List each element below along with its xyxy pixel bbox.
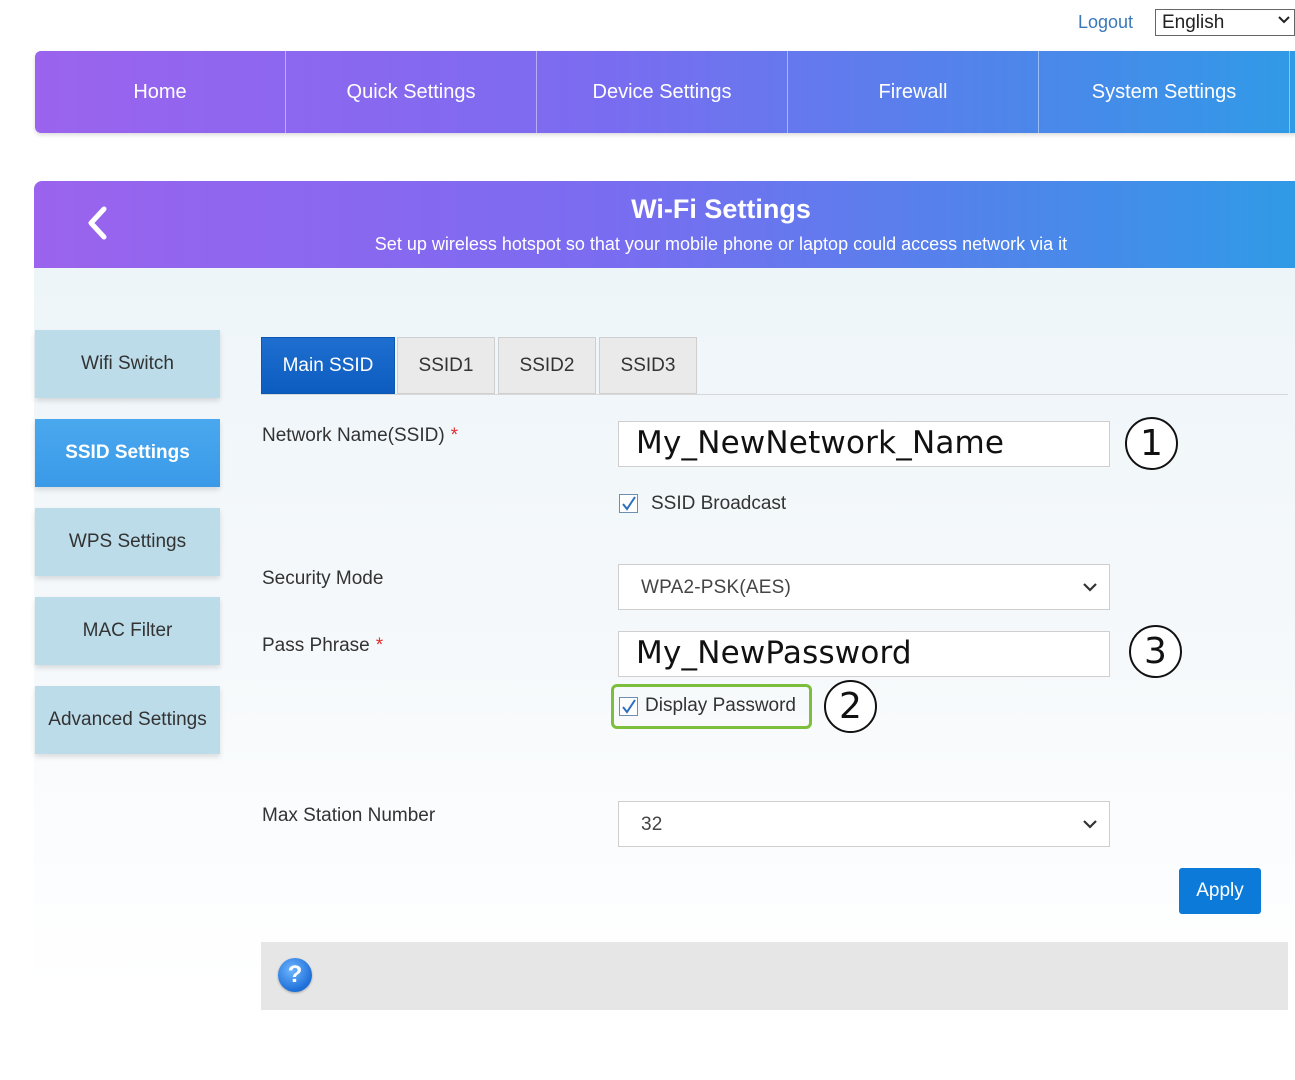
chevron-down-icon xyxy=(1276,12,1292,33)
pass-phrase-label-text: Pass Phrase xyxy=(262,635,370,656)
tab-ssid1[interactable]: SSID1 xyxy=(397,337,495,394)
display-password-label: Display Password xyxy=(645,695,796,716)
tab-ssid2[interactable]: SSID2 xyxy=(498,337,596,394)
nav-quick-settings[interactable]: Quick Settings xyxy=(286,51,537,133)
ssid-input[interactable]: My_NewNetwork_Name xyxy=(618,421,1110,467)
ssid-label-text: Network Name(SSID) xyxy=(262,425,445,446)
sidebar-item-mac-filter[interactable]: MAC Filter xyxy=(35,597,220,665)
required-mark: * xyxy=(375,635,384,656)
checkmark-icon xyxy=(622,496,636,511)
nav-system-settings[interactable]: System Settings xyxy=(1039,51,1290,133)
sidebar-item-wps-settings[interactable]: WPS Settings xyxy=(35,508,220,576)
pass-phrase-input[interactable]: My_NewPassword xyxy=(618,631,1110,677)
display-password-checkbox[interactable] xyxy=(619,697,638,716)
checkmark-icon xyxy=(622,699,636,714)
annotation-step-1: 1 xyxy=(1125,417,1178,470)
ssid-broadcast-label: SSID Broadcast xyxy=(651,493,787,514)
logout-link[interactable]: Logout xyxy=(1078,12,1133,33)
language-value: English xyxy=(1162,12,1225,33)
ssid-label: Network Name(SSID) * xyxy=(262,425,458,447)
security-mode-select[interactable]: WPA2-PSK(AES) xyxy=(618,564,1110,610)
page-subtitle: Set up wireless hotspot so that your mob… xyxy=(374,234,1068,254)
chevron-down-icon xyxy=(1081,815,1099,833)
page-header: Wi-Fi Settings Set up wireless hotspot s… xyxy=(34,181,1295,268)
pass-phrase-value: My_NewPassword xyxy=(636,635,912,671)
security-mode-value: WPA2-PSK(AES) xyxy=(641,577,792,598)
tab-main-ssid[interactable]: Main SSID xyxy=(261,337,395,394)
sidebar-item-advanced-settings[interactable]: Advanced Settings xyxy=(35,686,220,754)
nav-firewall[interactable]: Firewall xyxy=(788,51,1039,133)
language-select[interactable]: English xyxy=(1155,9,1295,36)
max-station-label: Max Station Number xyxy=(262,805,436,826)
apply-button[interactable]: Apply xyxy=(1179,868,1261,914)
annotation-step-3: 3 xyxy=(1129,625,1182,678)
nav-device-settings[interactable]: Device Settings xyxy=(537,51,788,133)
page-title: Wi-Fi Settings xyxy=(631,194,811,224)
nav-home[interactable]: Home xyxy=(35,51,286,133)
max-station-value: 32 xyxy=(641,814,663,835)
required-mark: * xyxy=(450,425,459,446)
max-station-select[interactable]: 32 xyxy=(618,801,1110,847)
tab-divider xyxy=(261,394,1288,395)
help-icon[interactable]: ? xyxy=(278,958,312,992)
tab-ssid3[interactable]: SSID3 xyxy=(599,337,697,394)
ssid-input-value: My_NewNetwork_Name xyxy=(636,425,1005,461)
ssid-broadcast-checkbox[interactable] xyxy=(619,494,638,513)
main-nav: Home Quick Settings Device Settings Fire… xyxy=(35,51,1295,133)
annotation-step-2: 2 xyxy=(824,680,877,733)
help-bar: ? xyxy=(261,942,1288,1010)
security-mode-label: Security Mode xyxy=(262,568,384,589)
sidebar-item-wifi-switch[interactable]: Wifi Switch xyxy=(35,330,220,398)
sidebar-item-ssid-settings[interactable]: SSID Settings xyxy=(35,419,220,487)
chevron-down-icon xyxy=(1081,578,1099,596)
pass-phrase-label: Pass Phrase * xyxy=(262,635,383,657)
